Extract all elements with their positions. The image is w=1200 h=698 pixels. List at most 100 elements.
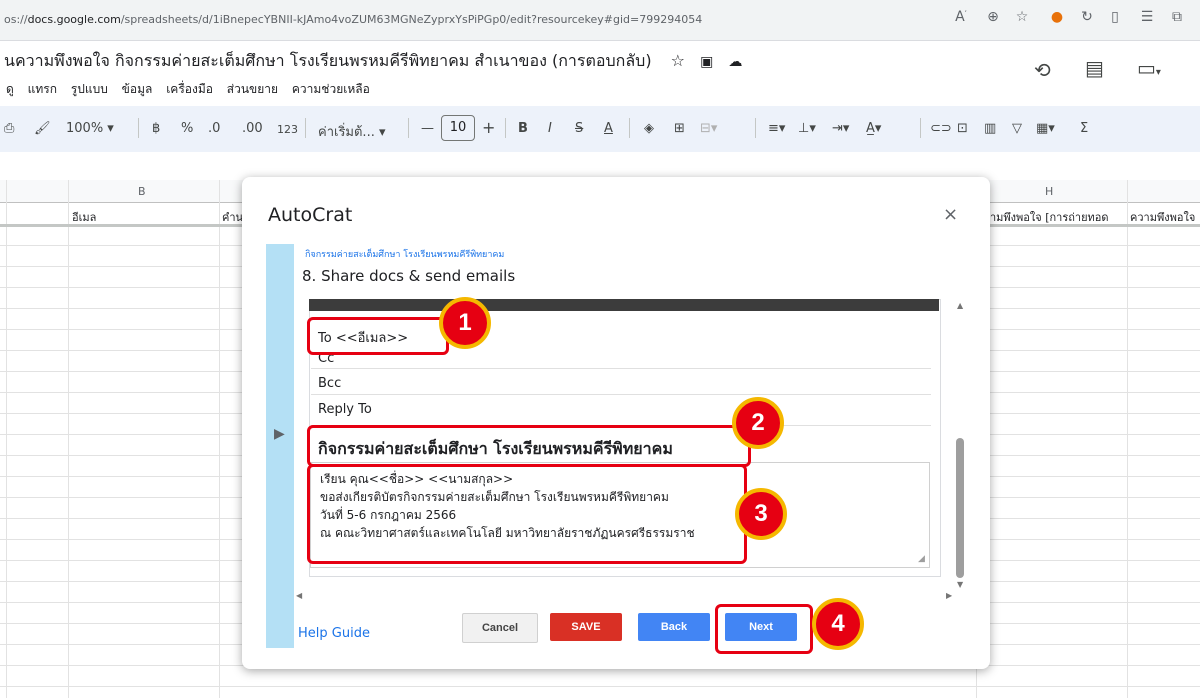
functions-button[interactable]: Σ	[1080, 121, 1088, 136]
move-folder-icon[interactable]: ▣	[700, 54, 713, 70]
toolbar-divider	[629, 118, 630, 138]
close-icon[interactable]: ×	[943, 204, 958, 225]
more-formats-button[interactable]: 123	[277, 123, 298, 136]
favorites-list-icon[interactable]: ☰	[1136, 9, 1158, 25]
vertical-align-icon[interactable]: ⊥▾	[798, 121, 816, 136]
scroll-left-icon[interactable]: ◀	[296, 591, 302, 600]
step-sidebar[interactable]	[266, 244, 294, 648]
document-title[interactable]: นความพึงพอใจ กิจกรรมค่ายสะเต็มศึกษา โรงเ…	[4, 49, 742, 74]
column-header-b[interactable]: B	[138, 185, 146, 198]
version-history-icon[interactable]: ⟲	[1034, 58, 1051, 82]
strikethrough-icon[interactable]: S̶	[575, 121, 583, 136]
scroll-right-icon[interactable]: ▶	[946, 591, 952, 600]
fill-color-icon[interactable]: ◈	[644, 121, 654, 136]
zoom-select[interactable]: 100% ▾	[66, 121, 114, 136]
column-header-h[interactable]: H	[1045, 185, 1053, 198]
bold-button[interactable]: B	[518, 121, 528, 136]
insert-comment-icon[interactable]: ⊡	[957, 121, 968, 136]
italic-button[interactable]: I	[548, 121, 552, 136]
step-heading: 8. Share docs & send emails	[302, 267, 516, 285]
menu-insert[interactable]: แทรก	[28, 82, 57, 96]
grid-line	[68, 180, 69, 698]
meet-icon[interactable]: ▭▾	[1137, 56, 1161, 80]
text-wrap-icon[interactable]: ⇥▾	[832, 121, 849, 136]
refresh-extension-icon[interactable]: ↻	[1076, 9, 1098, 25]
font-size-increase-button[interactable]: +	[482, 118, 495, 137]
cancel-button[interactable]: Cancel	[462, 613, 538, 643]
toolbar-divider	[505, 118, 506, 138]
text-rotation-icon[interactable]: A̲▾	[866, 121, 881, 136]
url-text[interactable]: os://docs.google.com/spreadsheets/d/1iBn…	[4, 13, 702, 26]
cell-h1[interactable]: ามพึงพอใจ [การถ่ายทอด	[990, 208, 1124, 226]
favorite-star-icon[interactable]: ☆	[1011, 9, 1033, 25]
save-button[interactable]: SAVE	[550, 613, 622, 641]
print-icon[interactable]: ⎙	[4, 121, 14, 136]
menu-data[interactable]: ข้อมูล	[122, 82, 153, 96]
reply-to-field[interactable]: Reply To	[318, 402, 372, 417]
vertical-scrollbar-thumb[interactable]	[956, 438, 964, 578]
url-domain: docs.google.com	[27, 13, 121, 26]
highlight-body	[307, 464, 747, 564]
font-size-input[interactable]: 10	[441, 115, 475, 141]
cell-b1[interactable]: อีเมล	[72, 208, 212, 226]
star-icon[interactable]: ☆	[671, 51, 685, 70]
field-divider	[311, 394, 931, 395]
zoom-icon[interactable]: ⊕	[982, 9, 1004, 25]
menu-extensions[interactable]: ส่วนขยาย	[227, 82, 278, 96]
menu-bar: ดู แทรก รูปแบบ ข้อมูล เครื่องมือ ส่วนขยา…	[6, 80, 380, 99]
decrease-decimal-button[interactable]: .0	[208, 121, 220, 136]
menu-tools[interactable]: เครื่องมือ	[166, 82, 213, 96]
toolbar-divider	[138, 118, 139, 138]
paint-format-icon[interactable]: 🖌	[34, 121, 51, 136]
currency-format-button[interactable]: ฿	[152, 121, 160, 136]
extension-icon[interactable]: ●	[1046, 9, 1068, 25]
cell-i1[interactable]: ความพึงพอใจ	[1130, 208, 1200, 226]
borders-icon[interactable]: ⊞	[674, 121, 685, 136]
dialog-title: AutoCrat	[268, 204, 353, 226]
toolbar-divider	[408, 118, 409, 138]
document-title-text: นความพึงพอใจ กิจกรรมค่ายสะเต็มศึกษา โรงเ…	[4, 51, 652, 70]
increase-decimal-button[interactable]: .00	[242, 121, 263, 136]
filter-icon[interactable]: ▽	[1012, 121, 1022, 136]
menu-view[interactable]: ดู	[6, 82, 14, 96]
filter-views-icon[interactable]: ▦▾	[1036, 121, 1055, 136]
job-breadcrumb: กิจกรรมค่ายสะเต็มศึกษา โรงเรียนพรหมคีรีพ…	[305, 250, 505, 260]
scroll-up-icon[interactable]: ▲	[957, 301, 963, 310]
percent-format-button[interactable]: %	[181, 121, 193, 136]
collections-icon[interactable]: ⧉	[1166, 9, 1188, 25]
comments-icon[interactable]: ▤	[1085, 56, 1104, 80]
font-select[interactable]: ค่าเริ่มต้... ▾	[318, 121, 386, 142]
highlight-to-field	[307, 317, 449, 355]
zoom-value: 100%	[66, 121, 104, 136]
insert-chart-icon[interactable]: ▥	[984, 121, 996, 136]
grid-line	[1127, 180, 1128, 698]
toolbar-divider	[755, 118, 756, 138]
grid-line	[219, 180, 220, 698]
toolbar-divider	[920, 118, 921, 138]
split-screen-icon[interactable]: ▯	[1104, 9, 1126, 25]
step-badge-4: 4	[812, 598, 864, 650]
url-path: /spreadsheets/d/1iBnepecYBNII-kJAmo4voZU…	[120, 13, 703, 26]
menu-help[interactable]: ความช่วยเหลือ	[292, 82, 370, 96]
font-size-decrease-button[interactable]: —	[421, 121, 434, 136]
insert-link-icon[interactable]: ⊂⊃	[930, 121, 952, 136]
step-badge-1: 1	[439, 297, 491, 349]
text-color-icon[interactable]: A	[604, 121, 613, 136]
read-aloud-icon[interactable]: Aʼ	[950, 9, 972, 25]
cloud-status-icon: ☁	[728, 54, 743, 70]
panel-header-bar	[309, 299, 939, 311]
resize-handle-icon[interactable]: ◢	[918, 554, 925, 564]
toolbar-divider	[305, 118, 306, 138]
cell-c1[interactable]: คำน	[222, 208, 242, 226]
back-button[interactable]: Back	[638, 613, 710, 641]
help-guide-link[interactable]: Help Guide	[298, 626, 370, 641]
merge-cells-icon[interactable]: ⊟▾	[700, 121, 717, 136]
url-prefix: os://	[4, 13, 28, 26]
step-badge-2: 2	[732, 397, 784, 449]
grid-line	[6, 180, 7, 698]
bcc-field[interactable]: Bcc	[318, 376, 341, 391]
scroll-down-icon[interactable]: ▼	[957, 580, 963, 589]
horizontal-align-icon[interactable]: ≡▾	[768, 121, 785, 136]
expand-arrow-icon[interactable]: ▶	[274, 426, 285, 442]
menu-format[interactable]: รูปแบบ	[71, 82, 108, 96]
